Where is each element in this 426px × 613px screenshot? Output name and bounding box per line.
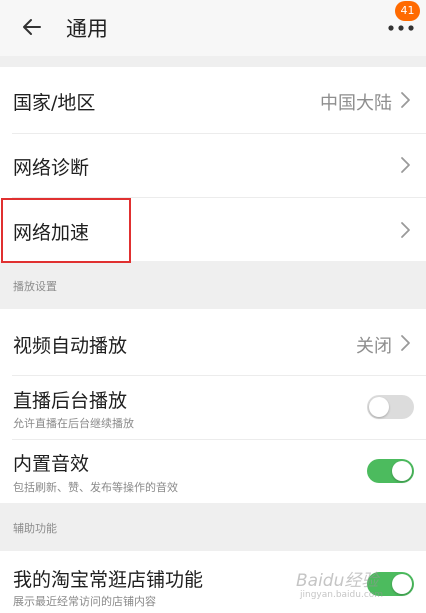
chevron-right-icon: [401, 157, 410, 173]
video-autoplay-label: 视频自动播放: [13, 335, 128, 357]
live-background-toggle[interactable]: [367, 395, 414, 419]
top-bar: 通用 41: [0, 0, 426, 56]
shop-feature-subtitle: 展示最近经常访问的店铺内容: [13, 595, 156, 608]
watermark-url: jingyan.baidu.com: [300, 590, 384, 600]
region-label: 国家/地区: [13, 92, 96, 114]
assist-group-header: 辅助功能: [0, 503, 426, 551]
live-background-label: 直播后台播放: [13, 390, 128, 412]
highlight-box: [1, 198, 131, 263]
assist-group-title: 辅助功能: [13, 522, 57, 535]
chevron-right-icon: [401, 92, 410, 108]
video-autoplay-value: 关闭: [356, 336, 392, 357]
notification-badge: 41: [395, 1, 420, 21]
live-background-row: 直播后台播放 允许直播在后台继续播放: [0, 375, 426, 439]
toggle-knob: [392, 461, 412, 481]
live-background-subtitle: 允许直播在后台继续播放: [13, 417, 134, 430]
toggle-knob: [392, 574, 412, 594]
builtin-sound-label: 内置音效: [13, 453, 90, 475]
region-row[interactable]: 国家/地区 中国大陆: [0, 67, 426, 133]
network-diagnose-label: 网络诊断: [13, 157, 90, 179]
page-title: 通用: [66, 17, 108, 41]
playback-section: 视频自动播放 关闭 直播后台播放 允许直播在后台继续播放 内置音效 包括刷新、赞…: [0, 309, 426, 503]
toggle-knob: [369, 397, 389, 417]
playback-group-header: 播放设置: [0, 261, 426, 309]
region-value: 中国大陆: [320, 93, 392, 114]
builtin-sound-toggle[interactable]: [367, 459, 414, 483]
shop-feature-label: 我的淘宝常逛店铺功能: [13, 569, 204, 591]
chevron-right-icon: [401, 222, 410, 238]
back-arrow-icon[interactable]: [20, 15, 44, 39]
watermark: Baidu经验: [296, 571, 379, 591]
playback-group-title: 播放设置: [13, 280, 57, 293]
chevron-right-icon: [401, 335, 410, 351]
builtin-sound-row: 内置音效 包括刷新、赞、发布等操作的音效: [0, 439, 426, 503]
video-autoplay-row[interactable]: 视频自动播放 关闭: [0, 309, 426, 375]
builtin-sound-subtitle: 包括刷新、赞、发布等操作的音效: [13, 481, 178, 494]
network-diagnose-row[interactable]: 网络诊断: [0, 133, 426, 197]
